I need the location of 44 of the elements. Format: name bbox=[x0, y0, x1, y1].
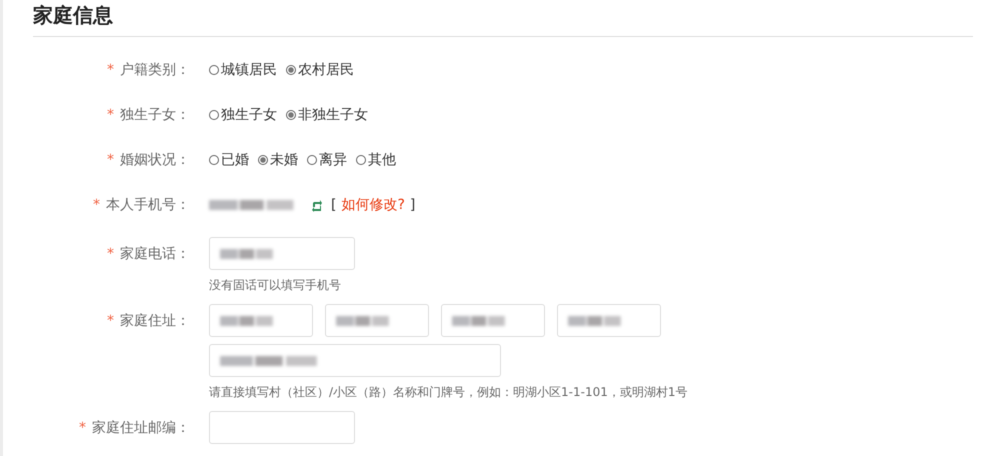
input-field[interactable] bbox=[209, 237, 355, 270]
radio-icon[interactable] bbox=[307, 155, 317, 165]
how-to-change-link[interactable]: 如何修改? bbox=[341, 196, 405, 214]
input-field[interactable] bbox=[209, 304, 313, 337]
input-field[interactable] bbox=[325, 304, 429, 337]
section-title: 家庭信息 bbox=[33, 2, 114, 28]
required-mark: * bbox=[107, 152, 114, 168]
required-mark: * bbox=[107, 246, 114, 262]
input-field[interactable] bbox=[209, 411, 355, 444]
radio-option[interactable]: 农村居民 bbox=[286, 61, 354, 79]
radio-icon[interactable] bbox=[286, 110, 296, 120]
radio-option[interactable]: 离异 bbox=[307, 151, 347, 169]
field-label: 婚姻状况： bbox=[120, 151, 190, 169]
required-mark: * bbox=[79, 420, 86, 436]
field-label: 户籍类别： bbox=[120, 61, 190, 79]
required-mark: * bbox=[107, 62, 114, 78]
bracket: ] bbox=[410, 197, 416, 213]
field-label: 家庭电话： bbox=[120, 244, 190, 262]
input-field[interactable] bbox=[441, 304, 545, 337]
radio-option[interactable]: 未婚 bbox=[258, 151, 298, 169]
hint-text: 没有固话可以填写手机号 bbox=[209, 277, 342, 294]
field-label: 本人手机号： bbox=[106, 196, 190, 214]
input-field[interactable] bbox=[209, 344, 501, 377]
radio-icon[interactable] bbox=[258, 155, 268, 165]
hint-text: 请直接填写村（社区）/小区（路）名称和门牌号，例如：明湖小区1-1-101，或明湖村1号 bbox=[209, 384, 688, 401]
radio-icon[interactable] bbox=[356, 155, 366, 165]
input-field[interactable] bbox=[557, 304, 661, 337]
required-mark: * bbox=[93, 197, 100, 213]
radio-icon[interactable] bbox=[209, 110, 219, 120]
required-mark: * bbox=[107, 107, 114, 123]
radio-option[interactable]: 独生子女 bbox=[209, 106, 277, 124]
radio-option[interactable]: 城镇居民 bbox=[209, 61, 277, 79]
radio-option[interactable]: 已婚 bbox=[209, 151, 249, 169]
field-label: 家庭住址邮编： bbox=[92, 418, 190, 436]
radio-icon[interactable] bbox=[286, 65, 296, 75]
required-mark: * bbox=[107, 312, 114, 328]
field-label: 家庭住址： bbox=[120, 312, 190, 330]
radio-icon[interactable] bbox=[209, 65, 219, 75]
refresh-icon[interactable] bbox=[312, 198, 322, 212]
radio-icon[interactable] bbox=[209, 155, 219, 165]
radio-option[interactable]: 其他 bbox=[356, 151, 396, 169]
radio-option[interactable]: 非独生子女 bbox=[286, 106, 368, 124]
bracket: [ bbox=[331, 197, 336, 213]
field-label: 独生子女： bbox=[120, 106, 190, 124]
